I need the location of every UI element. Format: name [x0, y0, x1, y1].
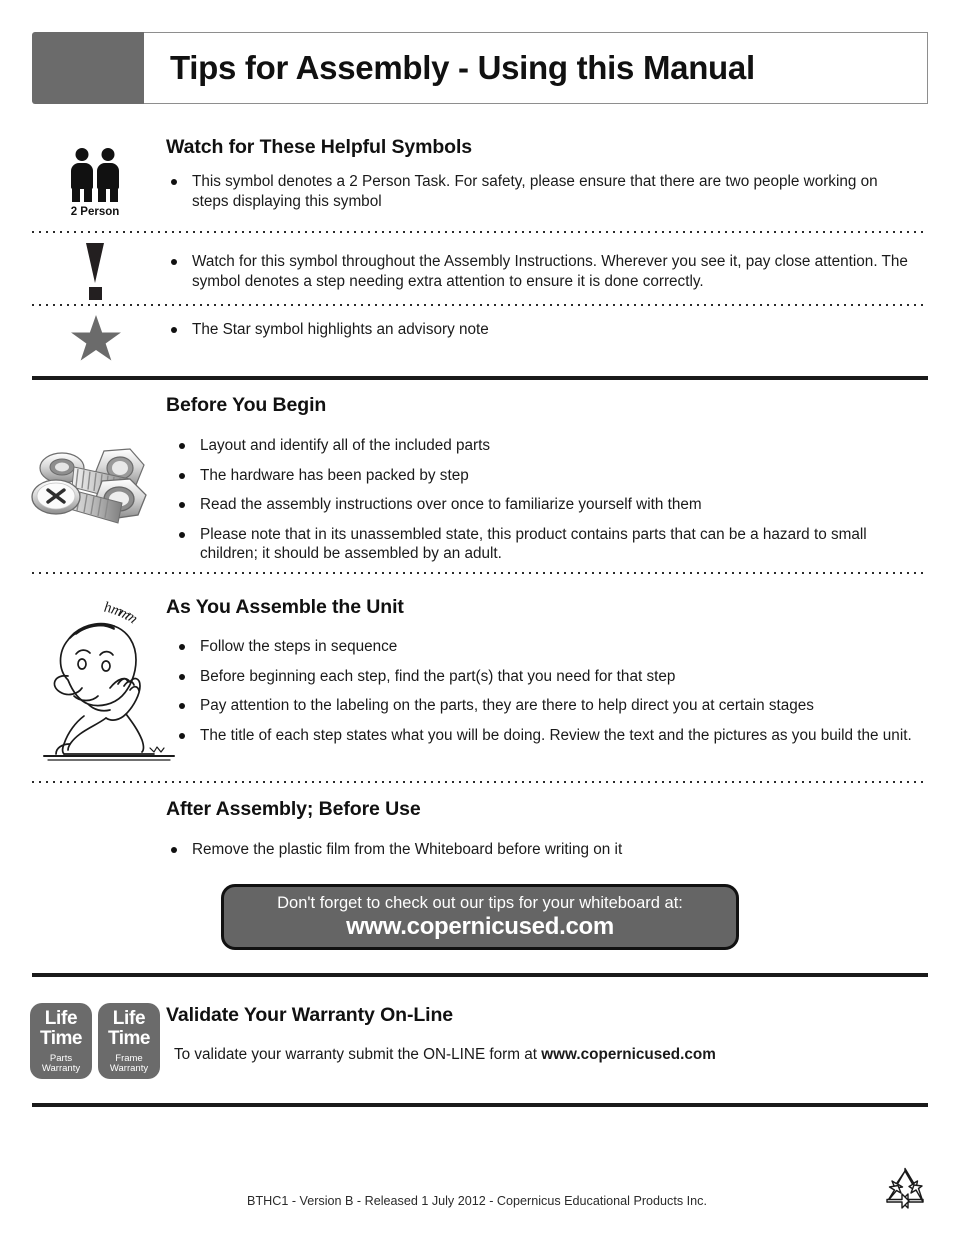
list-item: Pay attention to the labeling on the par…	[174, 696, 914, 716]
badge-subject-label: Frame	[115, 1052, 143, 1064]
list-item: The Star symbol highlights an advisory n…	[166, 320, 906, 340]
thinking-person-cartoon-icon: hmmm	[22, 592, 182, 770]
callout-website-url[interactable]: www.copernicused.com	[346, 913, 614, 940]
page-header: Tips for Assembly - Using this Manual	[32, 32, 928, 104]
after-assembly-list: Remove the plastic film from the Whitebo…	[166, 840, 906, 860]
warranty-text-prefix: To validate your warranty submit the ON-…	[174, 1046, 542, 1063]
badge-time-label: Time	[39, 1027, 83, 1049]
divider-dotted-4	[32, 781, 928, 783]
badge-life-label: Life	[112, 1007, 146, 1029]
symbol-row-3-list: The Star symbol highlights an advisory n…	[166, 320, 906, 340]
star-icon	[71, 315, 121, 361]
callout-line-1: Don't forget to check out our tips for y…	[277, 894, 683, 912]
symbols-section-heading: Watch for These Helpful Symbols	[166, 136, 473, 158]
badge-life-label: Life	[44, 1007, 78, 1029]
two-person-icon-caption: 2 Person	[70, 206, 120, 218]
whiteboard-tips-callout[interactable]: Don't forget to check out our tips for y…	[221, 884, 739, 950]
badge-subject-label: Parts	[49, 1052, 73, 1064]
screws-and-nuts-icon	[26, 443, 152, 531]
as-you-assemble-list: Follow the steps in sequence Before begi…	[174, 637, 914, 745]
person-silhouette-left	[71, 148, 93, 202]
footer-text: BTHC1 - Version B - Released 1 July 2012…	[247, 1194, 707, 1208]
symbol-row-1-list: This symbol denotes a 2 Person Task. For…	[166, 172, 906, 211]
divider-dotted-2	[32, 304, 928, 306]
warranty-badges: Life Time Parts Warranty Life Time Frame…	[30, 1003, 160, 1079]
divider-solid-2	[32, 973, 928, 977]
list-item: Remove the plastic film from the Whitebo…	[166, 840, 906, 860]
badge-warranty-label: Warranty	[109, 1063, 149, 1074]
before-you-begin-list: Layout and identify all of the included …	[174, 436, 914, 564]
divider-dotted-3	[32, 572, 928, 574]
badge-warranty-label: Warranty	[41, 1063, 81, 1074]
divider-solid-3	[32, 1103, 928, 1107]
two-person-icon: 2 Person	[62, 146, 128, 218]
badge-parts-warranty: Life Time Parts Warranty	[30, 1003, 92, 1079]
warranty-heading: Validate Your Warranty On-Line	[166, 1004, 454, 1026]
recycle-icon	[879, 1166, 931, 1218]
two-person-glyph	[62, 146, 128, 202]
warranty-instruction-text: To validate your warranty submit the ON-…	[174, 1046, 716, 1064]
list-item: This symbol denotes a 2 Person Task. For…	[166, 172, 906, 211]
list-item: Read the assembly instructions over once…	[174, 495, 914, 515]
list-item: Please note that in its unassembled stat…	[174, 525, 914, 564]
page-title: Tips for Assembly - Using this Manual	[170, 49, 755, 86]
warranty-url[interactable]: www.copernicused.com	[541, 1046, 716, 1063]
before-you-begin-heading: Before You Begin	[166, 394, 327, 416]
badge-frame-warranty: Life Time Frame Warranty	[98, 1003, 160, 1079]
divider-dotted-1	[32, 231, 928, 233]
as-you-assemble-heading: As You Assemble the Unit	[166, 596, 404, 618]
list-item: Before beginning each step, find the par…	[174, 667, 914, 687]
list-item: Layout and identify all of the included …	[174, 436, 914, 456]
badge-time-label: Time	[107, 1027, 151, 1049]
after-assembly-heading: After Assembly; Before Use	[166, 798, 421, 820]
header-accent-block	[32, 32, 144, 104]
list-item: The title of each step states what you w…	[174, 726, 914, 746]
list-item: Follow the steps in sequence	[174, 637, 914, 657]
list-item: Watch for this symbol throughout the Ass…	[166, 252, 916, 291]
divider-solid-1	[32, 376, 928, 380]
list-item: The hardware has been packed by step	[174, 466, 914, 486]
header-title-box: Tips for Assembly - Using this Manual	[144, 32, 928, 104]
symbol-row-2-list: Watch for this symbol throughout the Ass…	[166, 252, 916, 291]
hmmm-annotation: hmmm	[102, 599, 141, 628]
exclamation-icon	[83, 243, 109, 300]
person-silhouette-right	[97, 148, 119, 202]
